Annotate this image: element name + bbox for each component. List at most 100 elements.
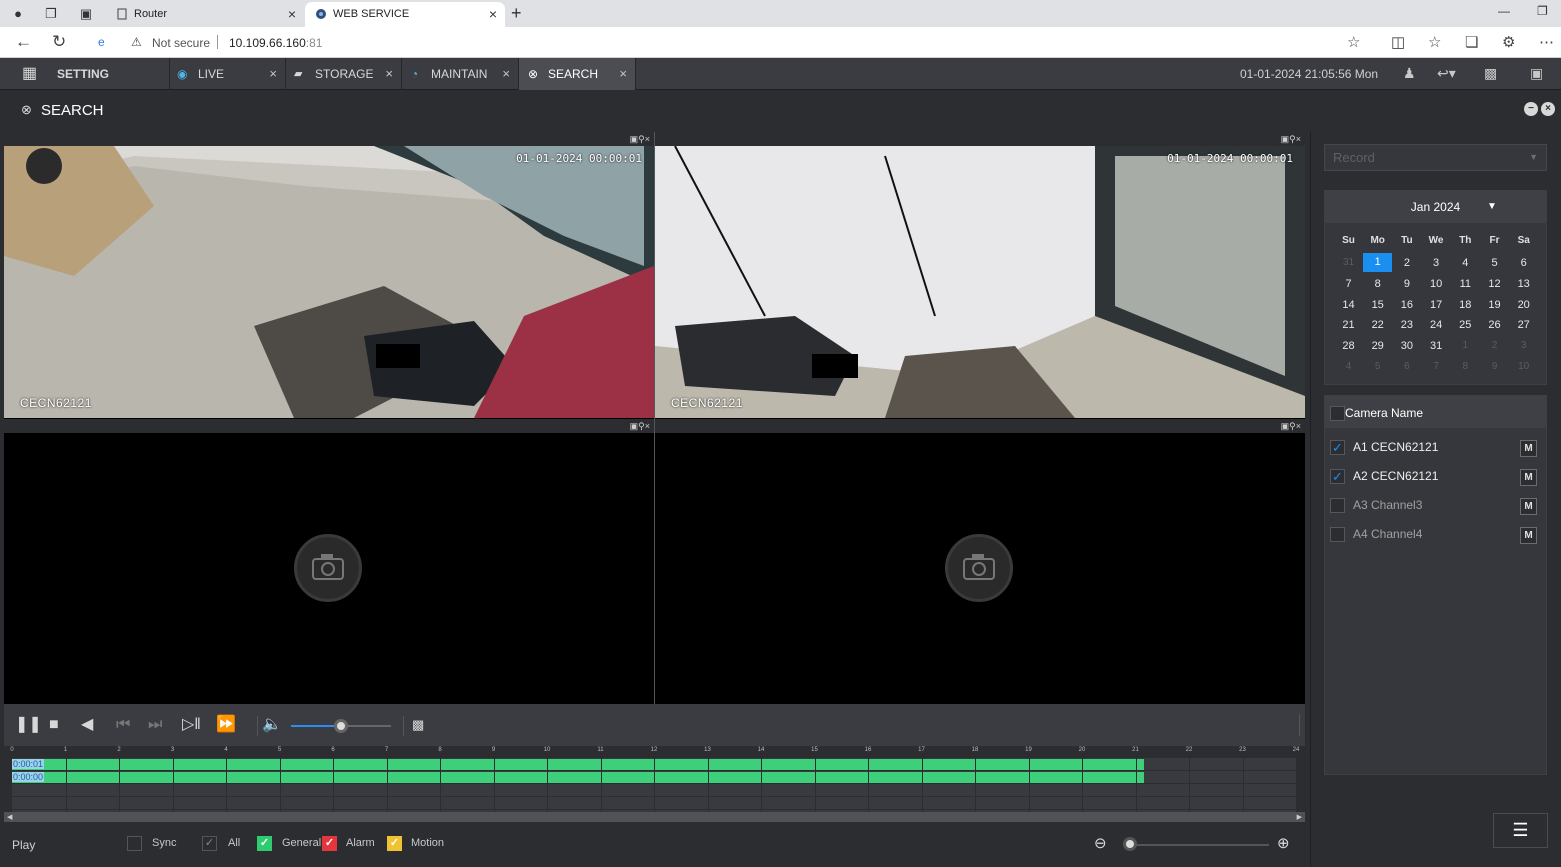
- calendar-day[interactable]: 4: [1451, 257, 1480, 269]
- calendar-month-selector[interactable]: Jan 2024 ▼: [1325, 191, 1546, 223]
- video-window-1[interactable]: ▣⚲× 01-01-2024 00:00:01 CECN62121: [4, 132, 654, 418]
- tab-search[interactable]: ⊗ SEARCH ×: [519, 58, 636, 90]
- calendar-day[interactable]: 19: [1480, 299, 1509, 311]
- volume-icon[interactable]: 🔈: [262, 716, 282, 734]
- calendar-day[interactable]: 28: [1334, 340, 1363, 352]
- back-icon[interactable]: ←: [15, 32, 32, 52]
- video-window-4[interactable]: ▣⚲×: [655, 419, 1305, 704]
- calendar-day[interactable]: 1: [1451, 340, 1480, 351]
- calendar-day[interactable]: 17: [1422, 299, 1451, 311]
- calendar-day[interactable]: 11: [1451, 278, 1480, 290]
- timeline[interactable]: 0 1 2 3 4 5 6 7 8 9 10 11 12 13 14 15 16 17 18 19 20 21 22 23 24…: [4, 746, 1305, 822]
- calendar-day[interactable]: 7: [1422, 361, 1451, 372]
- close-tab-icon[interactable]: ×: [619, 58, 627, 90]
- close-tab-icon[interactable]: ×: [269, 58, 277, 90]
- calendar-day[interactable]: 10: [1509, 361, 1538, 372]
- stop-icon[interactable]: ■: [49, 716, 59, 734]
- camera-list-item[interactable]: A4 Channel4 M: [1325, 518, 1546, 547]
- record-type-select[interactable]: Record ▼: [1324, 144, 1547, 171]
- next-frame-icon[interactable]: ⏭: [148, 716, 162, 734]
- camera-checkbox[interactable]: [1330, 498, 1345, 513]
- calendar-day[interactable]: 6: [1392, 361, 1421, 372]
- user-icon[interactable]: ♟: [1403, 65, 1416, 82]
- zoom-knob[interactable]: [1123, 837, 1137, 851]
- more-icon[interactable]: ⋯: [1539, 33, 1554, 51]
- fast-forward-icon[interactable]: ⏩: [216, 716, 236, 734]
- slow-play-icon[interactable]: ▷‖: [182, 716, 201, 734]
- video-window-2[interactable]: ▣⚲× 01-01-2024 00:00:01 CECN62121: [655, 132, 1305, 418]
- timeline-tracks[interactable]: 0:00:01 0:00:00: [12, 758, 1296, 812]
- calendar-day[interactable]: 5: [1363, 361, 1392, 372]
- camera-list-item[interactable]: ✓ A1 CECN62121 M: [1325, 431, 1546, 460]
- calendar-day[interactable]: 20: [1509, 299, 1538, 311]
- scroll-left-icon[interactable]: ◀: [7, 813, 12, 821]
- calendar-day[interactable]: 3: [1509, 340, 1538, 351]
- close-tab-icon[interactable]: ×: [489, 2, 497, 26]
- calendar-day[interactable]: 10: [1422, 278, 1451, 290]
- tab-maintain[interactable]: ◔ MAINTAIN ×: [403, 58, 519, 90]
- camera-list-item[interactable]: ✓ A2 CECN62121 M: [1325, 460, 1546, 489]
- reload-icon[interactable]: ↻: [52, 32, 66, 52]
- calendar-day[interactable]: 5: [1480, 257, 1509, 269]
- calendar-day[interactable]: 9: [1480, 361, 1509, 372]
- main-stream-button[interactable]: M: [1520, 440, 1537, 457]
- workspaces-icon[interactable]: ❐: [42, 5, 60, 23]
- timeline-zoom-slider[interactable]: [1129, 844, 1269, 846]
- close-window-icon[interactable]: ×: [1296, 421, 1301, 431]
- profile-icon[interactable]: ●: [9, 5, 27, 23]
- camera-checkbox[interactable]: ✓: [1330, 469, 1345, 484]
- extensions-icon[interactable]: ⚙: [1502, 33, 1515, 51]
- calendar-day[interactable]: 14: [1334, 299, 1363, 311]
- calendar-day[interactable]: 6: [1509, 257, 1538, 269]
- volume-slider[interactable]: [291, 719, 391, 733]
- alarm-legend-checkbox[interactable]: ✓: [322, 836, 337, 851]
- close-window-icon[interactable]: ×: [645, 134, 650, 144]
- zoom-icon[interactable]: ⚲: [638, 421, 645, 431]
- pause-icon[interactable]: ❚❚: [15, 716, 42, 734]
- tab-live[interactable]: ◉ LIVE ×: [170, 58, 286, 90]
- calendar-day[interactable]: 2: [1392, 257, 1421, 269]
- collections-icon[interactable]: ❏: [1465, 33, 1478, 51]
- restore-icon[interactable]: ❐: [1537, 4, 1548, 18]
- calendar-day[interactable]: 31: [1334, 257, 1363, 268]
- close-tab-icon[interactable]: ×: [288, 2, 296, 26]
- ie-mode-icon[interactable]: e: [98, 35, 105, 49]
- calendar-day[interactable]: 8: [1451, 361, 1480, 372]
- favorite-star-icon[interactable]: ☆: [1347, 33, 1360, 51]
- main-stream-button[interactable]: M: [1520, 498, 1537, 515]
- favorites-icon[interactable]: ☆: [1428, 33, 1441, 51]
- security-status[interactable]: Not secure: [152, 36, 210, 50]
- tab-storage[interactable]: ▰ STORAGE ×: [287, 58, 402, 90]
- snapshot-icon[interactable]: ▣: [630, 134, 639, 144]
- logout-icon[interactable]: ↩▾: [1437, 65, 1456, 82]
- camera-list-item[interactable]: A3 Channel3 M: [1325, 489, 1546, 518]
- url-field[interactable]: 10.109.66.160:81: [229, 36, 322, 50]
- calendar-day[interactable]: 23: [1392, 319, 1421, 331]
- motion-legend-checkbox[interactable]: ✓: [387, 836, 402, 851]
- snapshot-icon[interactable]: ▣: [1281, 134, 1290, 144]
- calendar-day[interactable]: 12: [1480, 278, 1509, 290]
- calendar-day[interactable]: 25: [1451, 319, 1480, 331]
- calendar-day[interactable]: 4: [1334, 361, 1363, 372]
- zoom-in-icon[interactable]: ⊕: [1277, 834, 1290, 852]
- calendar-day[interactable]: 18: [1451, 299, 1480, 311]
- fisheye-icon[interactable]: ▩: [412, 716, 424, 734]
- tab-setting[interactable]: ▦ SETTING: [4, 58, 170, 90]
- close-window-icon[interactable]: ×: [645, 421, 650, 431]
- snapshot-icon[interactable]: ▣: [1281, 421, 1290, 431]
- main-stream-button[interactable]: M: [1520, 469, 1537, 486]
- scroll-right-icon[interactable]: ▶: [1297, 813, 1302, 821]
- fullscreen-icon[interactable]: ▣: [1530, 65, 1543, 82]
- select-all-checkbox[interactable]: [1330, 406, 1345, 421]
- close-panel-icon[interactable]: ×: [1541, 102, 1555, 116]
- play-backward-icon[interactable]: ◀: [81, 716, 93, 734]
- close-tab-icon[interactable]: ×: [385, 58, 393, 90]
- minimize-panel-icon[interactable]: −: [1524, 102, 1538, 116]
- camera-checkbox[interactable]: [1330, 527, 1345, 542]
- previous-frame-icon[interactable]: ⏮: [116, 716, 130, 734]
- tab-actions-icon[interactable]: ▣: [77, 5, 95, 23]
- video-window-3[interactable]: ▣⚲×: [4, 419, 654, 704]
- general-legend-checkbox[interactable]: ✓: [257, 836, 272, 851]
- volume-knob[interactable]: [334, 719, 348, 733]
- calendar-day[interactable]: 29: [1363, 340, 1392, 352]
